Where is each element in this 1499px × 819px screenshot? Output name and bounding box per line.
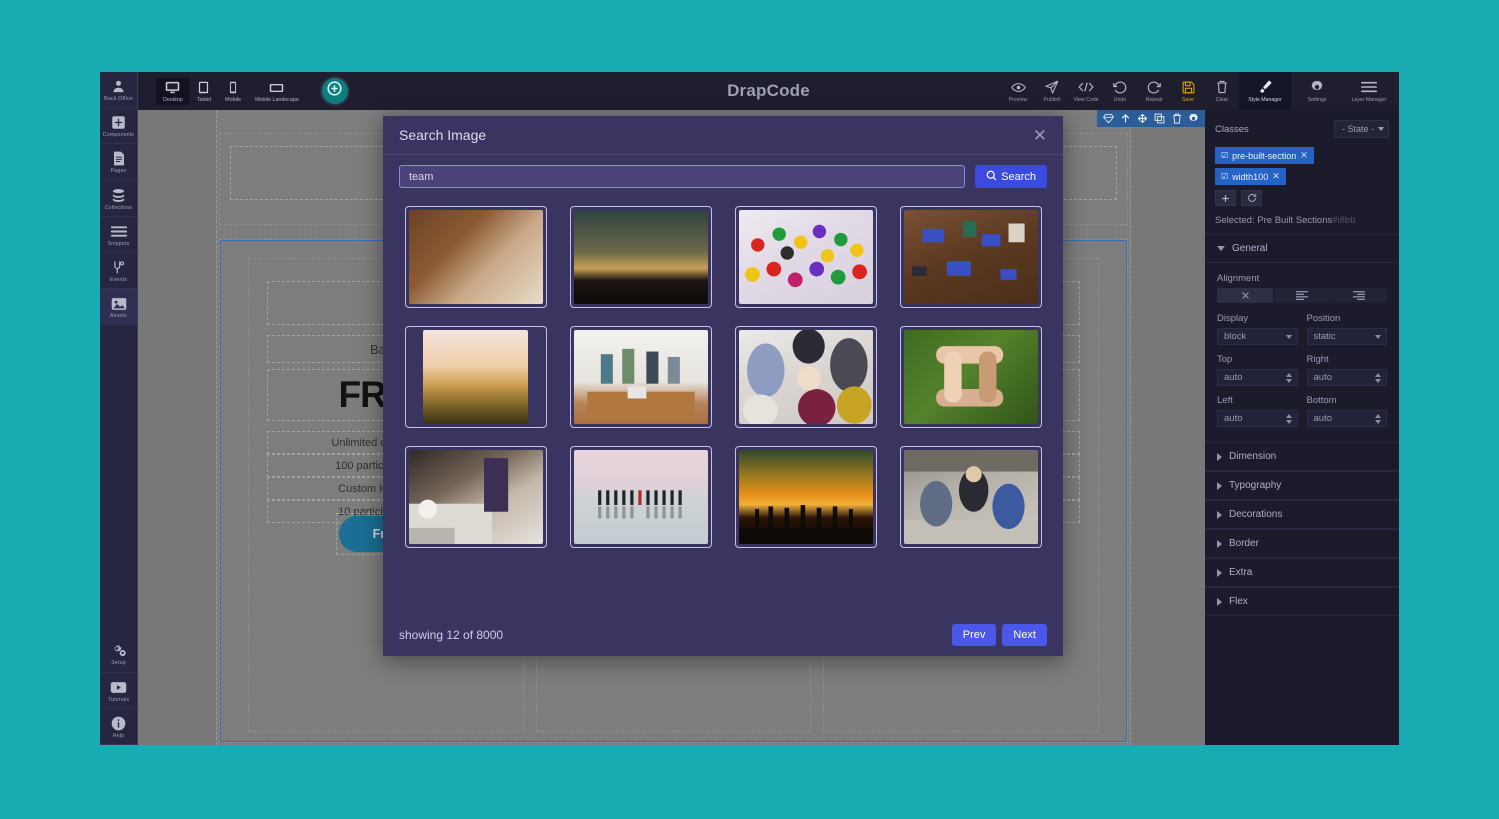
image-result[interactable] <box>404 446 547 548</box>
image-thumbnail <box>738 450 873 544</box>
image-result[interactable] <box>404 206 547 308</box>
result-cell <box>731 442 881 562</box>
search-input[interactable] <box>399 165 966 188</box>
result-cell <box>566 442 716 562</box>
search-row: Search <box>383 155 1063 196</box>
search-button[interactable]: Search <box>975 165 1047 188</box>
result-cell <box>731 322 881 442</box>
image-result[interactable] <box>899 446 1042 548</box>
image-result[interactable] <box>734 326 877 428</box>
search-button-label: Search <box>1001 170 1036 183</box>
image-result[interactable] <box>569 446 712 548</box>
image-thumbnail <box>903 210 1038 304</box>
image-thumbnail <box>738 330 873 424</box>
search-icon <box>986 170 997 184</box>
image-result[interactable] <box>734 446 877 548</box>
image-thumbnail <box>903 330 1038 424</box>
result-cell <box>401 202 551 322</box>
image-results-grid <box>383 196 1063 562</box>
result-cell <box>896 322 1046 442</box>
drapcode-app: Back Office Components Pages Collections… <box>100 72 1399 745</box>
result-cell <box>896 442 1046 562</box>
result-cell <box>896 202 1046 322</box>
image-thumbnail <box>423 330 528 424</box>
next-button[interactable]: Next <box>1002 624 1047 646</box>
image-thumbnail <box>408 450 543 544</box>
image-thumbnail <box>738 210 873 304</box>
modal-footer: showing 12 of 8000 Prev Next <box>383 614 1063 656</box>
image-result[interactable] <box>899 206 1042 308</box>
result-cell <box>566 202 716 322</box>
modal-header: Search Image ✕ <box>383 116 1063 155</box>
image-result[interactable] <box>569 206 712 308</box>
image-result[interactable] <box>404 326 547 428</box>
image-result[interactable] <box>899 326 1042 428</box>
results-count: showing 12 of 8000 <box>399 628 504 642</box>
image-thumbnail <box>573 450 708 544</box>
image-thumbnail <box>573 210 708 304</box>
modal-title: Search Image <box>399 127 487 143</box>
image-thumbnail <box>903 450 1038 544</box>
image-thumbnail <box>573 330 708 424</box>
result-cell <box>566 322 716 442</box>
image-result[interactable] <box>569 326 712 428</box>
result-cell <box>401 322 551 442</box>
pagination: Prev Next <box>951 624 1047 646</box>
prev-button[interactable]: Prev <box>951 624 997 646</box>
image-thumbnail <box>408 210 543 304</box>
search-image-modal: Search Image ✕ Search <box>383 116 1063 656</box>
result-cell <box>731 202 881 322</box>
close-icon[interactable]: ✕ <box>1033 127 1047 144</box>
result-cell <box>401 442 551 562</box>
modal-overlay: Search Image ✕ Search <box>100 72 1399 745</box>
image-result[interactable] <box>734 206 877 308</box>
